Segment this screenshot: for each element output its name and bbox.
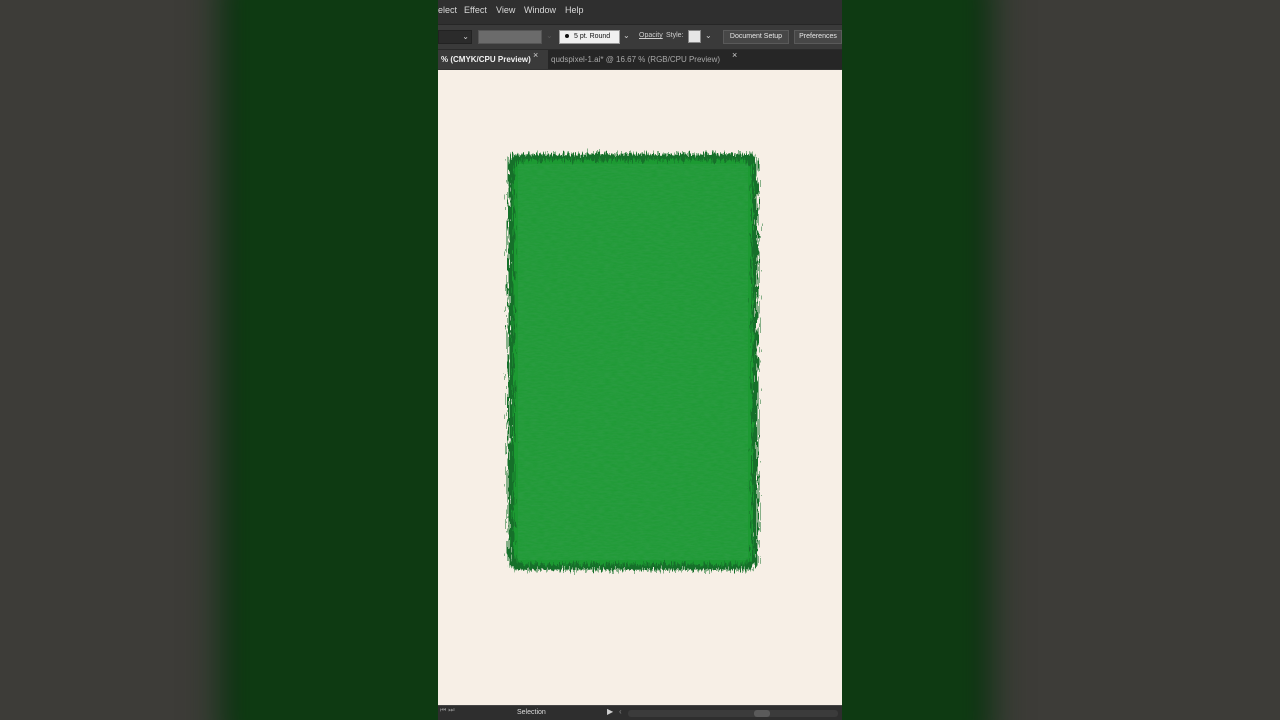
variable-width-profile[interactable] [478, 30, 542, 44]
brush-label: 5 pt. Round [574, 33, 611, 40]
tab-document-inactive[interactable]: qudspixel-1.ai* @ 16.67 % (RGB/CPU Previ… [548, 50, 748, 69]
style-label: Style: [666, 32, 684, 39]
document-tab-bar: % (CMYK/CPU Preview) × qudspixel-1.ai* @… [438, 50, 842, 69]
tab-document-active[interactable]: % (CMYK/CPU Preview) [438, 50, 548, 69]
chevron-down-icon: ⌄ [462, 32, 469, 41]
status-tool-label[interactable]: Selection [517, 709, 546, 716]
play-arrow-icon[interactable]: ▶ [607, 707, 613, 716]
chevron-down-icon[interactable]: ⌄ [705, 31, 712, 40]
tab-label: qudspixel-1.ai* @ 16.67 % (RGB/CPU Previ… [551, 55, 721, 64]
blurred-grass-right [842, 0, 972, 720]
horizontal-scrollbar[interactable] [628, 710, 838, 717]
tab-label: % (CMYK/CPU Preview) [441, 55, 531, 64]
preferences-button[interactable]: Preferences [794, 30, 842, 44]
brush-definition-dropdown[interactable]: 5 pt. Round [559, 30, 620, 44]
menu-window[interactable]: Window [524, 5, 556, 15]
blurred-grass-left [240, 0, 438, 720]
menu-select[interactable]: elect [438, 5, 457, 15]
illustrator-window: elect Effect View Window Help ⌄ ⌄ 5 pt. … [438, 0, 842, 720]
opacity-link[interactable]: Opacity [639, 32, 663, 39]
menu-help[interactable]: Help [565, 5, 584, 15]
grass-rectangle-artwork [508, 154, 758, 570]
graphic-style-swatch[interactable] [688, 30, 701, 43]
close-icon[interactable]: × [533, 50, 538, 60]
chevron-down-icon[interactable]: ⌄ [623, 31, 630, 40]
scroll-left-icon[interactable]: ‹ [619, 707, 622, 716]
chevron-down-icon: ⌄ [546, 31, 553, 40]
menu-bar: elect Effect View Window Help [438, 0, 842, 25]
artboard-nav-icon[interactable]: ⏮ ⏭ [440, 707, 455, 715]
document-setup-button[interactable]: Document Setup [723, 30, 789, 44]
scrollbar-thumb[interactable] [754, 710, 770, 717]
blurred-backdrop-right [842, 0, 1280, 720]
control-bar: ⌄ ⌄ 5 pt. Round ⌄ Opacity Style: ⌄ Docum… [438, 25, 842, 50]
grass-texture [518, 164, 748, 560]
menu-view[interactable]: View [496, 5, 515, 15]
close-icon[interactable]: × [732, 50, 737, 60]
artboard-canvas[interactable] [438, 70, 842, 705]
blurred-backdrop-left [0, 0, 438, 720]
brush-dot-icon [565, 34, 569, 39]
stroke-weight-dropdown[interactable]: ⌄ [438, 30, 472, 44]
status-bar: ⏮ ⏭ Selection ▶ ‹ [438, 705, 842, 720]
menu-effect[interactable]: Effect [464, 5, 487, 15]
